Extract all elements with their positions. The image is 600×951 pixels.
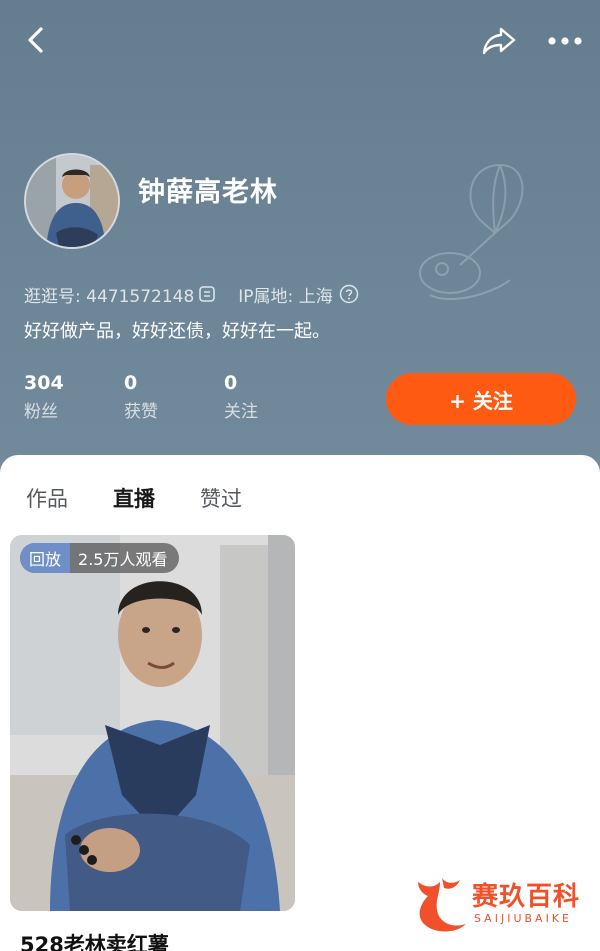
help-icon[interactable]	[339, 284, 359, 304]
tab-works[interactable]: 作品	[26, 483, 68, 513]
meta-row: 逛逛号: 4471572148 IP属地: 上海	[24, 281, 359, 307]
share-button[interactable]	[478, 20, 520, 60]
profile-header: 钟薛高老林 逛逛号: 4471572148 IP属地: 上海 好好做产品，好好还…	[0, 0, 600, 480]
top-bar	[0, 0, 600, 80]
watermark-brand-en: SAIJIUBAIKE	[474, 912, 572, 925]
stat-following[interactable]: 0 关注	[224, 371, 258, 425]
replay-tag: 回放	[20, 543, 71, 573]
back-icon	[28, 27, 43, 53]
stat-following-value: 0	[224, 372, 238, 394]
avatar[interactable]	[24, 153, 120, 249]
stat-fans-value: 304	[24, 372, 64, 394]
share-icon	[482, 27, 516, 55]
watermark-brand: 赛玖百科	[472, 882, 581, 912]
card-title[interactable]: 528老林卖红薯	[20, 929, 169, 951]
stat-likes-value: 0	[124, 372, 138, 394]
avatar-photo	[26, 155, 118, 247]
tab-live[interactable]: 直播	[113, 483, 155, 513]
tab-liked[interactable]: 赞过	[200, 483, 242, 513]
viewer-count: 2.5万人观看	[78, 550, 168, 569]
stat-following-label: 关注	[224, 402, 258, 422]
stat-fans[interactable]: 304 粉丝	[24, 371, 64, 425]
nickname: 钟薛高老林	[138, 177, 278, 208]
copy-icon[interactable]	[198, 285, 216, 303]
tab-bar: 作品 直播 赞过	[0, 455, 600, 535]
stat-likes[interactable]: 0 获赞	[124, 371, 158, 425]
account-id: 逛逛号: 4471572148	[24, 286, 195, 307]
follow-button[interactable]: + 关注	[386, 373, 576, 425]
more-button[interactable]	[542, 24, 588, 58]
bio: 好好做产品，好好还债，好好在一起。	[24, 321, 330, 342]
live-replay-card[interactable]: 回放 2.5万人观看	[10, 535, 295, 911]
replay-badge: 回放 2.5万人观看	[20, 543, 180, 573]
stat-likes-label: 获赞	[124, 402, 158, 422]
balloon-decoration-icon	[419, 163, 524, 301]
ip-location: IP属地: 上海	[238, 286, 333, 307]
back-button[interactable]	[18, 22, 54, 58]
stat-fans-label: 粉丝	[24, 402, 58, 422]
card-thumbnail	[10, 535, 295, 911]
whale-logo-icon	[418, 878, 466, 932]
watermark: 赛玖百科 SAIJIUBAIKE	[412, 872, 588, 936]
more-icon	[548, 37, 582, 45]
